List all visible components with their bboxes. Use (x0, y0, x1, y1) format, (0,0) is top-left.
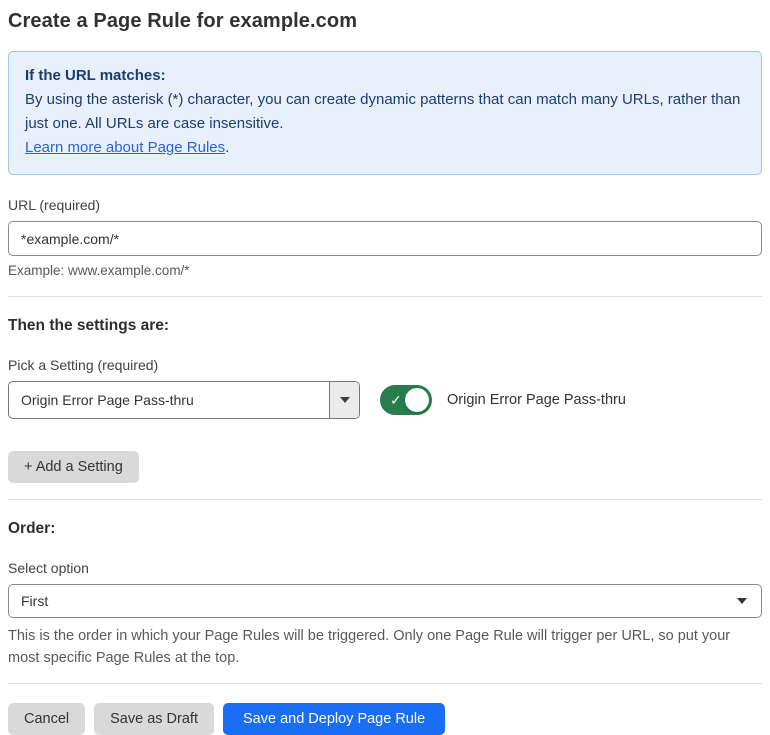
order-select[interactable]: First (8, 584, 762, 618)
setting-toggle[interactable]: ✓ (380, 385, 432, 415)
setting-select-arrow-button[interactable] (329, 382, 359, 418)
footer-actions: Cancel Save as Draft Save and Deploy Pag… (8, 703, 762, 735)
toggle-knob (405, 388, 429, 412)
info-box-heading: If the URL matches: (25, 67, 166, 84)
chevron-down-icon (737, 598, 747, 604)
add-setting-button[interactable]: + Add a Setting (8, 451, 139, 483)
chevron-down-icon (339, 397, 350, 403)
setting-row: Origin Error Page Pass-thru ✓ Origin Err… (8, 381, 762, 419)
url-match-info-box: If the URL matches: By using the asteris… (8, 51, 762, 175)
order-section-heading: Order: (8, 520, 56, 537)
setting-select[interactable]: Origin Error Page Pass-thru (8, 381, 360, 419)
check-icon: ✓ (390, 392, 402, 408)
url-field-label: URL (required) (8, 197, 101, 213)
divider (8, 499, 762, 500)
page-title: Create a Page Rule for example.com (8, 10, 358, 32)
order-help-text: This is the order in which your Page Rul… (8, 628, 731, 666)
divider (8, 296, 762, 297)
save-and-deploy-button[interactable]: Save and Deploy Page Rule (222, 703, 446, 735)
pick-setting-label: Pick a Setting (required) (8, 357, 159, 373)
link-suffix: . (225, 139, 230, 156)
info-box-body: By using the asterisk (*) character, you… (25, 91, 741, 132)
order-select-value: First (21, 593, 49, 609)
settings-section-heading: Then the settings are: (8, 317, 170, 334)
divider (8, 683, 762, 684)
cancel-button[interactable]: Cancel (8, 703, 86, 735)
order-select-label: Select option (8, 560, 89, 576)
url-example-text: Example: www.example.com/* (8, 263, 190, 278)
setting-toggle-label: Origin Error Page Pass-thru (447, 392, 626, 408)
learn-more-link[interactable]: Learn more about Page Rules (25, 139, 225, 156)
save-as-draft-button[interactable]: Save as Draft (94, 703, 214, 735)
url-input[interactable] (8, 221, 762, 256)
info-box-link-line: Learn more about Page Rules. (25, 136, 745, 160)
setting-select-value: Origin Error Page Pass-thru (21, 392, 194, 408)
